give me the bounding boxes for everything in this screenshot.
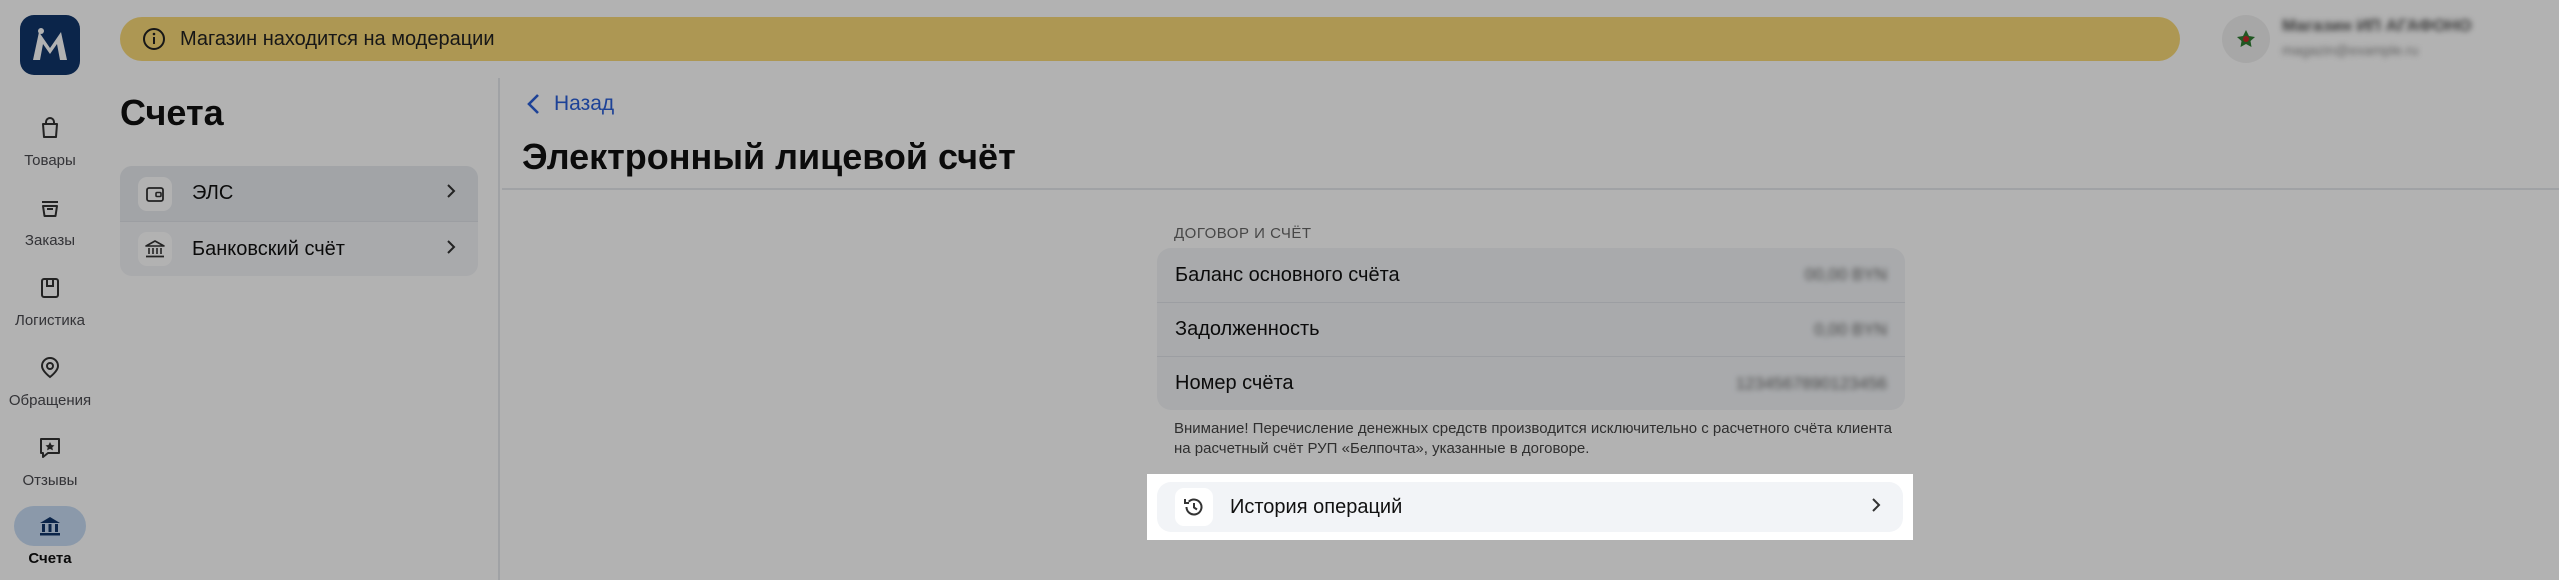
- banner-text: Магазин находится на модерации: [180, 27, 495, 50]
- logo-icon: [33, 28, 67, 60]
- account-label-bank: Банковский счёт: [192, 237, 345, 260]
- transfer-note: Внимание! Перечисление денежных средств …: [1174, 420, 1892, 457]
- nav-label-logistics: Логистика: [14, 312, 86, 329]
- nav-label-support: Обращения: [8, 392, 92, 409]
- info-value: 1234567890123456: [1735, 373, 1887, 393]
- info-row-account-number: Номер счёта 1234567890123456: [1157, 356, 1905, 410]
- nav-label-accounts: Счета: [28, 550, 72, 567]
- chevron-left-icon: [527, 94, 539, 114]
- info-value: 00,00 BYN: [1804, 265, 1887, 284]
- history-icon: [1175, 488, 1213, 526]
- page-title: Электронный лицевой счёт: [522, 136, 1016, 177]
- chevron-right-icon: [442, 238, 460, 261]
- wallet-icon: [138, 176, 172, 211]
- accounts-title: Счета: [120, 92, 224, 133]
- history-label: История операций: [1230, 495, 1403, 518]
- user-email: magazin@example.ru: [2282, 42, 2419, 58]
- nav-label-orders: Заказы: [24, 232, 76, 249]
- back-label: Назад: [554, 92, 615, 115]
- section-caption: ДОГОВОР И СЧЁТ: [1174, 225, 1312, 242]
- history-button[interactable]: История операций: [1157, 482, 1903, 532]
- info-row-debt: Задолженность 0,00 BYN: [1157, 302, 1905, 356]
- nav-label-products: Товары: [24, 152, 76, 169]
- nav-item-logistics[interactable]: Логистика: [0, 268, 100, 344]
- box-icon: [14, 268, 86, 308]
- nav-item-reviews[interactable]: Отзывы: [0, 428, 100, 504]
- content-area: Счета ЭЛС Банковский счёт Назад Электрон…: [100, 78, 2559, 580]
- chevron-right-icon: [1867, 496, 1885, 519]
- nav-label-reviews: Отзывы: [22, 472, 78, 489]
- avatar[interactable]: [2222, 15, 2270, 63]
- account-detail: Назад Электронный лицевой счёт ДОГОВОР И…: [502, 78, 2559, 580]
- back-link[interactable]: Назад: [524, 92, 614, 116]
- info-label: Баланс основного счёта: [1175, 263, 1400, 286]
- account-info-card: Баланс основного счёта 00,00 BYN Задолже…: [1157, 248, 1905, 410]
- nav-item-accounts[interactable]: Счета: [0, 506, 100, 580]
- info-row-balance: Баланс основного счёта 00,00 BYN: [1157, 248, 1905, 302]
- account-item-els[interactable]: ЭЛС: [120, 166, 478, 221]
- account-label-els: ЭЛС: [192, 182, 234, 204]
- bag-icon: [14, 108, 86, 148]
- review-star-icon: [14, 428, 86, 468]
- info-icon: [143, 28, 165, 50]
- accounts-panel: Счета ЭЛС Банковский счёт: [100, 78, 500, 580]
- nav-item-products[interactable]: Товары: [0, 108, 100, 184]
- divider: [502, 188, 2559, 190]
- info-value: 0,00 BYN: [1814, 319, 1887, 339]
- support-icon: [14, 348, 86, 388]
- app-logo[interactable]: [20, 15, 80, 75]
- nav-item-orders[interactable]: Заказы: [0, 188, 100, 264]
- nav-item-support[interactable]: Обращения: [0, 348, 100, 424]
- account-item-bank[interactable]: Банковский счёт: [120, 221, 478, 276]
- bank-icon: [14, 506, 86, 546]
- accounts-list: ЭЛС Банковский счёт: [120, 166, 478, 276]
- shop-avatar-icon: [2237, 30, 2255, 47]
- chevron-right-icon: [442, 182, 460, 205]
- bank-icon: [138, 232, 172, 266]
- info-label: Номер счёта: [1175, 372, 1294, 394]
- nav-rail: Товары Заказы Логистика Обращения Отзывы…: [0, 0, 100, 580]
- info-label: Задолженность: [1175, 318, 1320, 340]
- history-highlight: История операций: [1147, 474, 1913, 540]
- user-name[interactable]: Магазин ИП АГАФОНОВ: [2282, 16, 2472, 36]
- moderation-banner: Магазин находится на модерации: [120, 17, 2180, 61]
- basket-icon: [14, 188, 86, 228]
